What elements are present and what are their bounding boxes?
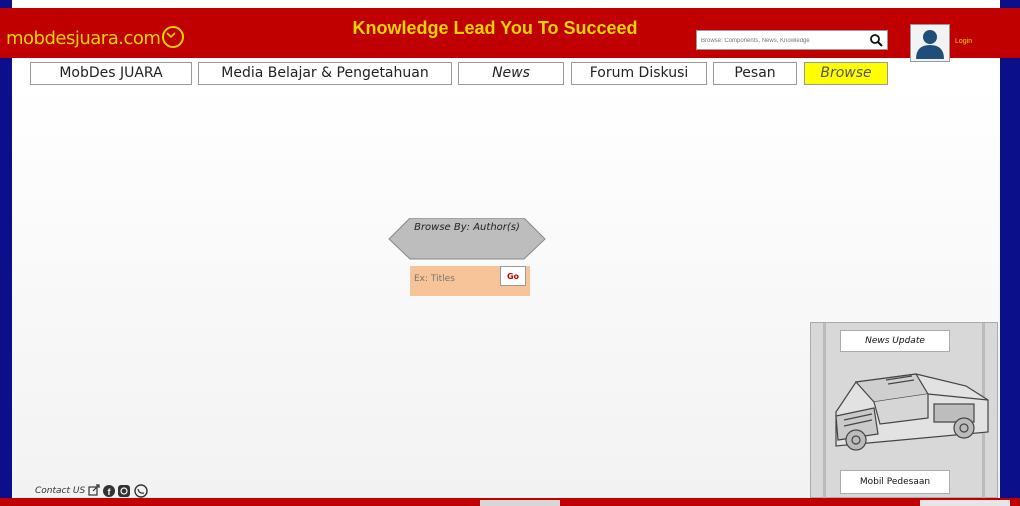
tab-news[interactable]: News [458, 62, 564, 85]
search-icon[interactable] [869, 33, 883, 47]
go-button[interactable]: Go [500, 266, 526, 286]
login-link[interactable]: Login [955, 38, 972, 45]
site-logo[interactable]: mobdesjuara.com [6, 26, 185, 50]
title-input[interactable] [412, 270, 496, 288]
tab-forum-diskusi[interactable]: Forum Diskusi [571, 62, 707, 85]
chevron-down-icon[interactable] [162, 26, 185, 48]
footer-tab[interactable] [480, 500, 560, 506]
left-border [0, 0, 12, 506]
browse-by-author-label: Browse By: Author(s) [414, 222, 520, 233]
social-icons: f [88, 484, 148, 498]
mobil-pedesaan-button[interactable]: Mobil Pedesaan [840, 470, 950, 494]
header-bar: mobdesjuara.com Knowledge Lead You To Su… [0, 8, 1020, 62]
tab-mobdes-juara[interactable]: MobDes JUARA [30, 62, 192, 85]
tab-browse[interactable]: Browse [804, 62, 888, 85]
instagram-icon[interactable] [118, 485, 130, 497]
logo-text: mobdesjuara.com [6, 28, 161, 49]
truck-image[interactable] [816, 360, 992, 458]
tab-pesan[interactable]: Pesan [713, 62, 797, 85]
search-input[interactable] [699, 32, 865, 50]
facebook-icon[interactable]: f [103, 485, 115, 497]
site-tagline: Knowledge Lead You To Succeed [352, 18, 638, 38]
footer-tab[interactable] [920, 500, 1010, 506]
tab-media-belajar[interactable]: Media Belajar & Pengetahuan [198, 62, 452, 85]
share-icon[interactable] [88, 484, 100, 496]
user-avatar-icon[interactable] [910, 24, 950, 62]
right-border [1000, 0, 1020, 506]
news-update-button[interactable]: News Update [840, 330, 950, 352]
whatsapp-icon[interactable] [134, 484, 148, 498]
search-box[interactable] [696, 30, 888, 50]
contact-us-label[interactable]: Contact US [35, 486, 85, 496]
